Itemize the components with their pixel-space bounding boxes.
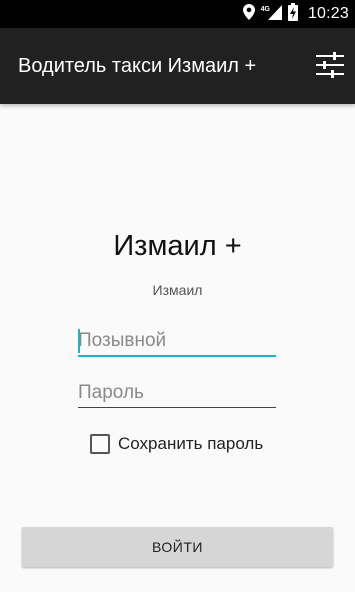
save-password-label: Сохранить пароль [118,434,264,453]
signal-icon [267,4,282,25]
status-icons: 4G 10:23 [242,0,349,28]
save-password-row[interactable]: Сохранить пароль [90,432,263,456]
battery-charging-icon [287,2,298,26]
status-bar: 4G 10:23 [0,0,355,28]
location-icon [242,3,255,25]
text-cursor [78,329,80,353]
app-bar: Водитель такси Измаил + [0,28,355,104]
login-button[interactable]: ВОЙТИ [22,527,333,567]
screen: 4G 10:23 Водитель такси Измаил + Измаил … [0,0,355,592]
status-time: 10:23 [307,5,349,22]
callsign-input[interactable] [78,327,276,357]
settings-button[interactable] [315,51,345,83]
password-input[interactable] [78,378,276,408]
save-password-checkbox[interactable] [90,434,110,454]
settings-sliders-icon [316,51,344,83]
login-subheading: Измаил [152,282,203,298]
network-type-label: 4G [260,5,270,13]
app-title: Водитель такси Измаил + [18,55,257,77]
login-heading: Измаил + [113,230,242,262]
